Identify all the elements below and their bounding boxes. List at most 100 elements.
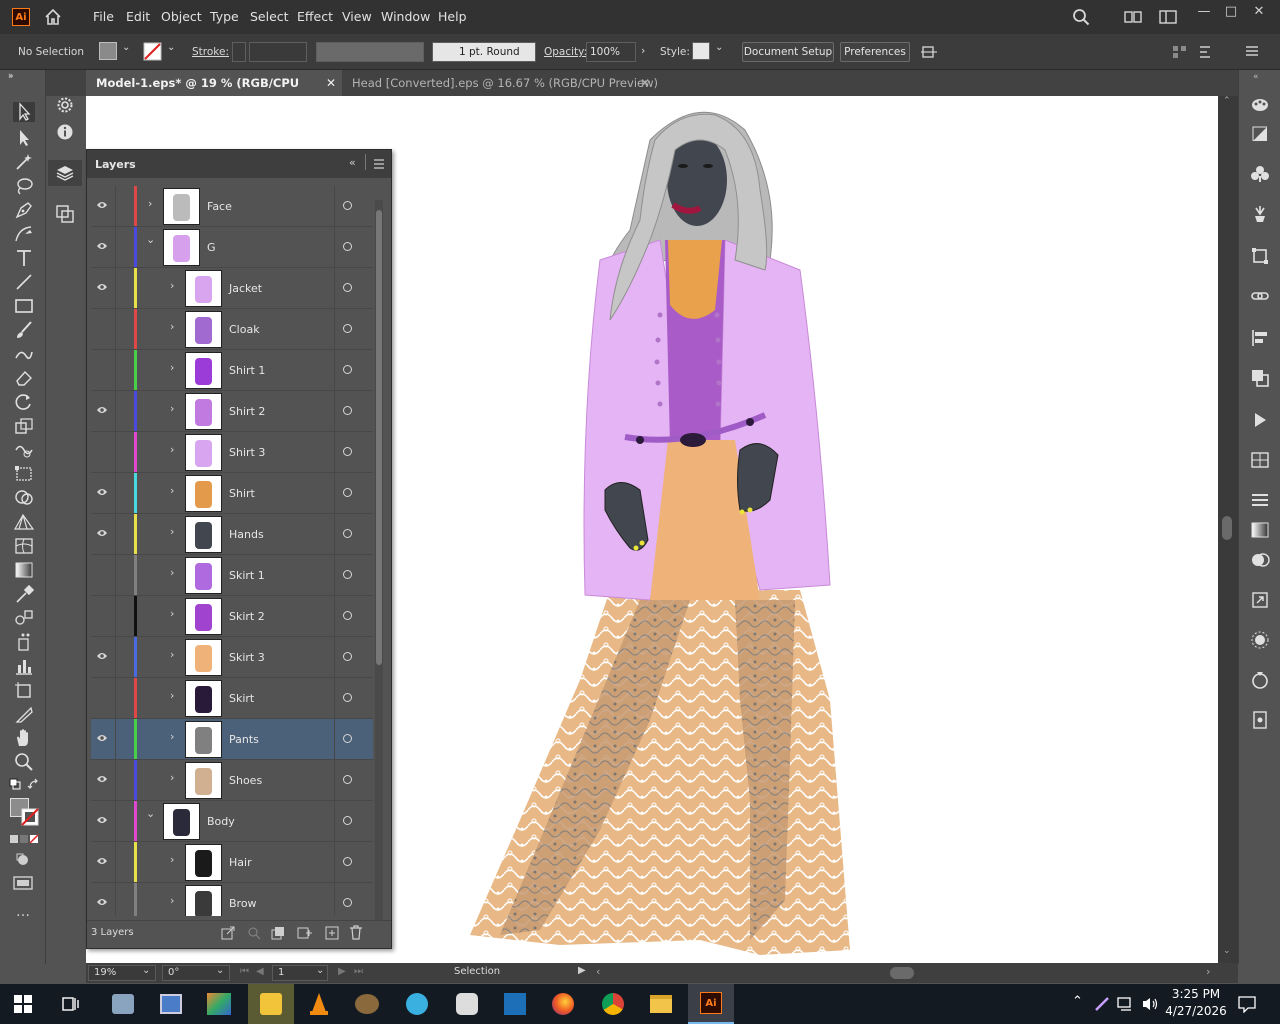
visibility-toggle-empty[interactable] — [96, 364, 108, 374]
align-panel-icon[interactable] — [1250, 328, 1270, 348]
variable-width-profile[interactable] — [316, 42, 424, 62]
style-dropdown-chevron-icon[interactable]: ⌄ — [715, 42, 723, 53]
perspective-grid-tool-icon[interactable] — [13, 512, 35, 532]
visibility-eye-icon[interactable] — [96, 200, 108, 210]
target-circle-icon[interactable] — [343, 324, 352, 333]
target-circle-icon[interactable] — [343, 775, 352, 784]
graphic-styles-icon[interactable] — [1250, 670, 1270, 690]
arrange-documents-icon[interactable] — [1159, 10, 1177, 24]
layer-name[interactable]: Body — [207, 815, 235, 828]
chevron-right-icon[interactable]: › — [170, 689, 174, 702]
transform-panel-icon[interactable] — [1250, 246, 1270, 266]
vertical-scroll-thumb[interactable] — [1222, 516, 1232, 540]
layer-name[interactable]: Skirt — [229, 692, 254, 705]
chevron-right-icon[interactable]: › — [170, 402, 174, 415]
line-segment-tool-icon[interactable] — [13, 272, 35, 292]
target-circle-icon[interactable] — [343, 611, 352, 620]
layer-name[interactable]: Shirt 1 — [229, 364, 265, 377]
minimize-button[interactable]: — — [1192, 4, 1216, 22]
brush-definition[interactable]: 1 pt. Round — [432, 42, 536, 62]
rotation-dropdown-chevron-icon[interactable]: ⌄ — [216, 965, 224, 976]
chevron-right-icon[interactable]: › — [170, 279, 174, 292]
symbols-panel-icon[interactable] — [1250, 164, 1270, 184]
chevron-right-icon[interactable]: › — [170, 771, 174, 784]
layer-name[interactable]: Hair — [229, 856, 252, 869]
taskbar-time[interactable]: 3:25 PM — [1164, 987, 1228, 1001]
direct-selection-tool-icon[interactable] — [13, 128, 35, 148]
shaper-tool-icon[interactable] — [13, 344, 35, 364]
menu-select[interactable]: Select — [250, 9, 289, 24]
links-panel-icon[interactable] — [1250, 286, 1270, 306]
visibility-eye-icon[interactable] — [96, 815, 108, 825]
task-view-icon[interactable] — [62, 995, 80, 1013]
layer-name[interactable]: Hands — [229, 528, 264, 541]
zoom-dropdown-chevron-icon[interactable]: ⌄ — [142, 965, 150, 976]
chevron-right-icon[interactable]: › — [170, 648, 174, 661]
visibility-eye-icon[interactable] — [96, 528, 108, 538]
search-icon[interactable] — [1072, 8, 1090, 26]
layer-name[interactable]: Jacket — [229, 282, 262, 295]
notification-center-icon[interactable] — [1238, 995, 1256, 1013]
expand-panels-icon[interactable]: « — [1253, 72, 1259, 82]
chevron-right-icon[interactable]: › — [170, 443, 174, 456]
taskbar-illustrator-app[interactable]: Ai — [688, 984, 734, 1024]
layer-row[interactable]: › Shirt 3 — [91, 432, 373, 473]
export-for-screens-icon[interactable] — [1250, 590, 1270, 610]
target-circle-icon[interactable] — [343, 242, 352, 251]
slice-tool-icon[interactable] — [13, 704, 35, 724]
paintbrush-tool-icon[interactable] — [13, 320, 35, 340]
curvature-tool-icon[interactable] — [13, 224, 35, 244]
target-circle-icon[interactable] — [343, 488, 352, 497]
layer-name[interactable]: Brow — [229, 897, 257, 910]
visibility-eye-icon[interactable] — [96, 733, 108, 743]
chevron-down-icon[interactable]: ⌄ — [146, 807, 155, 820]
layer-name[interactable]: Skirt 3 — [229, 651, 265, 664]
first-artboard-icon[interactable]: ⏮ — [240, 966, 249, 977]
taskbar-notes-app[interactable] — [248, 984, 294, 1024]
gradient-panel-icon[interactable] — [1250, 520, 1270, 540]
scroll-right-icon[interactable]: › — [1206, 965, 1210, 978]
menu-window[interactable]: Window — [381, 9, 430, 24]
visibility-toggle-empty[interactable] — [96, 692, 108, 702]
mesh-tool-icon[interactable] — [13, 536, 35, 556]
status-menu-arrow-icon[interactable]: ▶ — [578, 965, 586, 976]
gradient-tool-icon[interactable] — [13, 560, 35, 580]
target-circle-icon[interactable] — [343, 898, 352, 907]
swatches-panel-icon[interactable] — [1250, 450, 1270, 470]
layer-row[interactable]: › Shirt 1 — [91, 350, 373, 391]
layer-row[interactable]: ⌄ G — [91, 227, 373, 268]
scroll-up-icon[interactable]: ⌃ — [1223, 96, 1231, 106]
stroke-dropdown-chevron-icon[interactable]: ⌄ — [167, 42, 175, 53]
align-icon[interactable] — [1172, 44, 1188, 60]
taskbar-mail-app[interactable] — [492, 984, 538, 1024]
workspace-switcher-icon[interactable] — [1124, 10, 1142, 24]
menu-effect[interactable]: Effect — [297, 9, 333, 24]
taskbar-video-app[interactable] — [394, 984, 440, 1024]
chevron-right-icon[interactable]: › — [170, 566, 174, 579]
chevron-right-icon[interactable]: › — [170, 361, 174, 374]
locate-object-icon[interactable] — [247, 926, 261, 940]
actions-panel-icon[interactable] — [1250, 410, 1270, 430]
target-circle-icon[interactable] — [343, 365, 352, 374]
horizontal-scroll-thumb[interactable] — [890, 967, 914, 979]
network-icon[interactable] — [1117, 996, 1135, 1012]
chevron-right-icon[interactable]: › — [170, 607, 174, 620]
target-circle-icon[interactable] — [343, 693, 352, 702]
layer-row[interactable]: › Shirt 2 — [91, 391, 373, 432]
edit-toolbar-icon[interactable]: … — [16, 904, 30, 920]
visibility-eye-icon[interactable] — [96, 405, 108, 415]
opacity-label[interactable]: Opacity: — [544, 46, 587, 58]
eyedropper-tool-icon[interactable] — [13, 584, 35, 604]
target-circle-icon[interactable] — [343, 816, 352, 825]
make-clipping-mask-icon[interactable] — [271, 926, 285, 940]
transform-icon[interactable] — [1198, 44, 1214, 60]
layers-scroll-thumb[interactable] — [376, 210, 382, 665]
appearance-panel-icon[interactable] — [1250, 630, 1270, 650]
taskbar-file-explorer-app[interactable] — [638, 984, 684, 1024]
taskbar-studio-app[interactable] — [196, 984, 242, 1024]
layer-row[interactable]: ⌄ Body — [91, 801, 373, 842]
rectangle-tool-icon[interactable] — [13, 296, 35, 316]
close-tab-icon[interactable]: ✕ — [326, 70, 336, 96]
taskbar-firefox-app[interactable] — [540, 984, 586, 1024]
artboards-panel-icon[interactable] — [56, 205, 74, 223]
